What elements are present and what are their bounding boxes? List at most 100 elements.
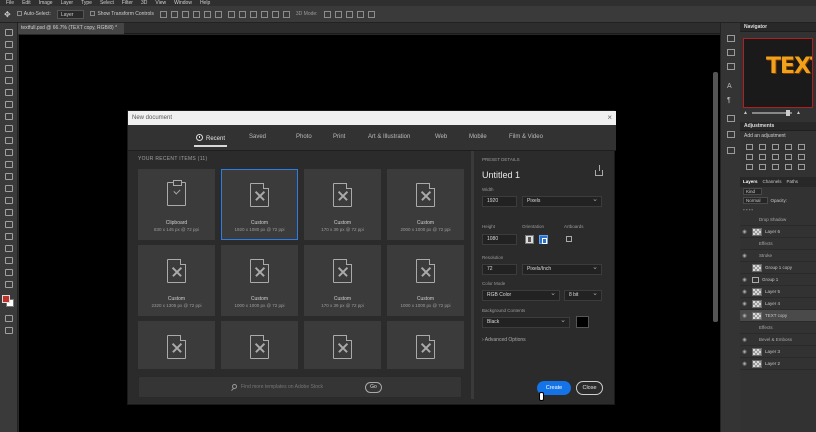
document-name-field[interactable]: Untitled 1: [482, 170, 520, 180]
healing-brush-tool-icon[interactable]: [5, 113, 13, 120]
auto-select-checkbox[interactable]: Auto-Select:: [16, 11, 51, 17]
blur-tool-icon[interactable]: [5, 185, 13, 192]
quick-mask-icon[interactable]: [5, 315, 13, 322]
quick-select-tool-icon[interactable]: [5, 65, 13, 72]
blend-mode-select[interactable]: Normal: [743, 197, 768, 204]
photo-filter-icon[interactable]: [785, 154, 792, 160]
path-select-tool-icon[interactable]: [5, 233, 13, 240]
preset-card[interactable]: Custom 170 x 39 px @ 72 ppi: [304, 169, 381, 240]
foreground-color-swatch[interactable]: [2, 295, 10, 303]
tab-paths[interactable]: Paths: [787, 177, 799, 187]
distribute-middle-icon[interactable]: [238, 10, 246, 18]
visibility-eye-icon[interactable]: ◉: [740, 277, 749, 283]
character-panel-icon[interactable]: A: [727, 83, 732, 90]
visibility-eye-icon[interactable]: ◉: [740, 229, 749, 235]
advanced-options-toggle[interactable]: › Advanced Options: [482, 337, 526, 343]
go-button[interactable]: Go: [365, 382, 382, 393]
align-left-icon[interactable]: [192, 10, 200, 18]
tab-recent[interactable]: Recent: [193, 134, 228, 147]
tab-channels[interactable]: Channels: [763, 177, 782, 187]
zoom-slider[interactable]: [751, 110, 792, 116]
hand-tool-icon[interactable]: [5, 257, 13, 264]
preset-card[interactable]: [138, 321, 215, 369]
visibility-eye-icon[interactable]: ◉: [740, 361, 749, 367]
eraser-tool-icon[interactable]: [5, 161, 13, 168]
visibility-eye-icon[interactable]: ◉: [740, 289, 749, 295]
navigator-thumbnail[interactable]: TEXT: [743, 38, 813, 108]
move-tool-icon[interactable]: [5, 29, 13, 36]
dodge-tool-icon[interactable]: [5, 197, 13, 204]
visibility-eye-icon[interactable]: ◉: [740, 313, 749, 319]
zoom-out-icon[interactable]: ▲: [743, 110, 748, 116]
visibility-eye-icon[interactable]: ◉: [740, 337, 749, 343]
preset-card[interactable]: Custom 1000 x 1000 px @ 72 ppi: [387, 245, 464, 316]
layer-row[interactable]: Effects: [740, 322, 816, 334]
shape-tool-icon[interactable]: [5, 245, 13, 252]
hue-saturation-icon[interactable]: [746, 154, 753, 160]
move-tool-icon[interactable]: ✥: [4, 10, 11, 19]
document-tab[interactable]: textfull.psd @ 66.7% (TEXT copy, RGB/8) …: [18, 23, 124, 34]
channel-mixer-icon[interactable]: [798, 154, 805, 160]
3d-rotate-icon[interactable]: [323, 10, 331, 18]
properties-panel-icon[interactable]: [727, 63, 735, 70]
visibility-eye-icon[interactable]: ◉: [740, 253, 749, 259]
layer-row[interactable]: ◉ Group 1: [740, 274, 816, 286]
gradient-tool-icon[interactable]: [5, 173, 13, 180]
3d-scale-icon[interactable]: [367, 10, 375, 18]
close-icon[interactable]: ×: [607, 111, 612, 125]
distribute-center-icon[interactable]: [271, 10, 279, 18]
align-center-icon[interactable]: [203, 10, 211, 18]
3d-roll-icon[interactable]: [334, 10, 342, 18]
paragraph-panel-icon[interactable]: ¶: [727, 97, 731, 104]
marquee-tool-icon[interactable]: [5, 41, 13, 48]
layer-row[interactable]: ◉ Layer 6: [740, 226, 816, 238]
distribute-bottom-icon[interactable]: [249, 10, 257, 18]
zoom-tool-icon[interactable]: [5, 269, 13, 276]
distribute-right-icon[interactable]: [282, 10, 290, 18]
preset-card-selected[interactable]: Custom 1920 x 1080 px @ 72 ppi: [221, 169, 298, 240]
layer-filter-kind[interactable]: Kind: [743, 188, 763, 195]
layer-row[interactable]: Group 1 copy: [740, 262, 816, 274]
frame-tool-icon[interactable]: [5, 89, 13, 96]
brightness-icon[interactable]: [746, 144, 753, 150]
resolution-input[interactable]: 72: [482, 264, 517, 275]
tab-layers[interactable]: Layers: [743, 177, 758, 187]
layer-row[interactable]: ◉ Layer 4: [740, 298, 816, 310]
more-tools-icon[interactable]: [5, 281, 13, 288]
zoom-slider-handle[interactable]: [785, 110, 790, 116]
adjustments-tab[interactable]: Adjustments: [740, 122, 816, 131]
curves-icon[interactable]: [772, 144, 779, 150]
background-color-swatch[interactable]: [576, 316, 589, 328]
layer-row[interactable]: ◉ Layer 5: [740, 286, 816, 298]
distribute-top-icon[interactable]: [227, 10, 235, 18]
threshold-icon[interactable]: [772, 164, 779, 170]
align-right-icon[interactable]: [214, 10, 222, 18]
3d-slide-icon[interactable]: [356, 10, 364, 18]
artboards-checkbox[interactable]: [566, 236, 572, 242]
width-input[interactable]: 1920: [482, 196, 517, 207]
preset-card[interactable]: Custom 170 x 39 px @ 72 ppi: [304, 245, 381, 316]
layer-row[interactable]: ◉ Layer 2: [740, 358, 816, 370]
tab-mobile[interactable]: Mobile: [469, 134, 487, 140]
eyedropper-tool-icon[interactable]: [5, 101, 13, 108]
layer-row-selected[interactable]: ◉ TEXT copy: [740, 310, 816, 322]
preset-card[interactable]: Custom 2000 x 1000 px @ 72 ppi: [387, 169, 464, 240]
zoom-in-icon[interactable]: ▲: [796, 110, 801, 116]
preset-card[interactable]: Custom 1000 x 1000 px @ 72 ppi: [221, 245, 298, 316]
auto-select-dropdown[interactable]: Layer: [56, 9, 85, 19]
layer-row[interactable]: Effects: [740, 238, 816, 250]
canvas-scrollbar[interactable]: [713, 72, 718, 322]
visibility-eye-icon[interactable]: ◉: [740, 349, 749, 355]
tab-print[interactable]: Print: [333, 134, 345, 140]
brush-tool-icon[interactable]: [5, 125, 13, 132]
color-balance-icon[interactable]: [759, 154, 766, 160]
layer-row[interactable]: ◉ Layer 3: [740, 346, 816, 358]
tab-saved[interactable]: Saved: [249, 134, 266, 140]
libraries-panel-icon[interactable]: [727, 131, 735, 138]
history-panel-icon[interactable]: [727, 35, 735, 42]
vibrance-icon[interactable]: [798, 144, 805, 150]
pen-tool-icon[interactable]: [5, 209, 13, 216]
align-top-icon[interactable]: [159, 10, 167, 18]
black-white-icon[interactable]: [772, 154, 779, 160]
type-tool-icon[interactable]: [5, 221, 13, 228]
